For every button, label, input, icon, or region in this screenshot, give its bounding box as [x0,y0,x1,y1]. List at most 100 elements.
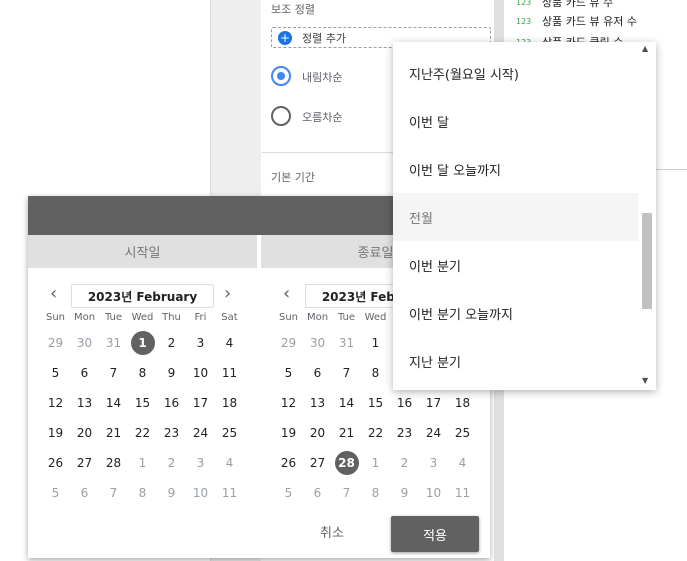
prev-month-icon[interactable]: ‹ [50,284,57,304]
day-cell[interactable]: 1 [128,328,157,358]
day-cell[interactable]: 13 [70,388,99,418]
day-cell[interactable]: 13 [303,388,332,418]
menu-item[interactable]: 이번 달 오늘까지 [393,145,638,193]
day-cell[interactable]: 3 [186,328,215,358]
day-cell[interactable]: 1 [128,448,157,478]
day-cell[interactable]: 10 [419,478,448,508]
menu-item[interactable]: 지난 분기 [393,337,638,385]
day-cell[interactable]: 21 [99,418,128,448]
day-cell[interactable]: 12 [274,388,303,418]
day-cell[interactable]: 11 [448,478,477,508]
day-cell[interactable]: 6 [70,478,99,508]
day-cell[interactable]: 6 [303,358,332,388]
day-cell[interactable]: 27 [70,448,99,478]
day-cell[interactable]: 14 [99,388,128,418]
metric-item[interactable]: 123 상품 카드 뷰 유저 수 [516,13,637,29]
scroll-up-icon[interactable]: ▲ [642,44,648,53]
menu-item[interactable]: 전월 [393,193,638,241]
day-cell[interactable]: 3 [419,448,448,478]
day-cell[interactable]: 4 [215,448,244,478]
prev-month-icon[interactable]: ‹ [283,284,290,304]
day-cell[interactable]: 28 [332,448,361,478]
next-month-icon[interactable]: › [224,284,231,304]
day-cell[interactable]: 9 [390,478,419,508]
start-month-select[interactable]: 2023년 February [71,284,214,308]
day-cell[interactable]: 2 [157,328,186,358]
day-cell[interactable]: 31 [332,328,361,358]
menu-item[interactable]: 이번 분기 오늘까지 [393,289,638,337]
day-cell[interactable]: 29 [41,328,70,358]
day-cell[interactable]: 17 [186,388,215,418]
day-cell[interactable]: 5 [41,358,70,388]
day-cell[interactable]: 27 [303,448,332,478]
day-cell[interactable]: 6 [303,478,332,508]
day-cell[interactable]: 22 [128,418,157,448]
ascending-radio[interactable] [271,106,291,126]
day-cell[interactable]: 8 [128,478,157,508]
day-cell[interactable]: 29 [274,328,303,358]
menu-item[interactable]: 지난주(월요일 시작) [393,49,638,97]
day-cell[interactable]: 16 [157,388,186,418]
day-cell[interactable]: 4 [215,328,244,358]
day-cell[interactable]: 10 [186,358,215,388]
day-cell[interactable]: 23 [390,418,419,448]
day-cell[interactable]: 7 [99,358,128,388]
day-cell[interactable]: 10 [186,478,215,508]
day-cell[interactable]: 24 [419,418,448,448]
day-cell[interactable]: 5 [274,478,303,508]
day-cell[interactable]: 23 [157,418,186,448]
day-cell[interactable]: 8 [128,358,157,388]
day-cell[interactable]: 25 [448,418,477,448]
day-cell[interactable]: 7 [332,358,361,388]
day-cell[interactable]: 5 [274,358,303,388]
day-cell[interactable]: 3 [186,448,215,478]
day-cell[interactable]: 22 [361,418,390,448]
day-cell[interactable]: 11 [215,358,244,388]
day-cell[interactable]: 20 [70,418,99,448]
cancel-button[interactable]: 취소 [300,516,364,546]
tab-start-date[interactable]: 시작일 [28,235,257,268]
apply-button[interactable]: 적용 [391,516,479,552]
day-cell[interactable]: 15 [361,388,390,418]
day-cell[interactable]: 9 [157,478,186,508]
day-cell[interactable]: 5 [41,478,70,508]
day-cell[interactable]: 2 [157,448,186,478]
day-cell[interactable]: 18 [448,388,477,418]
day-cell[interactable]: 21 [332,418,361,448]
day-cell[interactable]: 26 [41,448,70,478]
day-cell[interactable]: 30 [303,328,332,358]
day-cell[interactable]: 11 [215,478,244,508]
descending-radio[interactable] [271,66,291,86]
day-cell[interactable]: 4 [448,448,477,478]
day-cell[interactable]: 8 [361,358,390,388]
menu-item[interactable]: 이번 달 [393,97,638,145]
day-cell[interactable]: 6 [70,358,99,388]
day-cell[interactable]: 17 [419,388,448,418]
day-cell[interactable]: 19 [274,418,303,448]
day-cell[interactable]: 16 [390,388,419,418]
day-cell[interactable]: 30 [70,328,99,358]
day-cell[interactable]: 19 [41,418,70,448]
menu-item[interactable]: 이번 분기 [393,241,638,289]
day-cell[interactable]: 12 [41,388,70,418]
scroll-down-icon[interactable]: ▼ [642,376,648,385]
day-cell[interactable]: 31 [99,328,128,358]
day-cell[interactable]: 7 [99,478,128,508]
day-cell[interactable]: 1 [361,328,390,358]
day-cell[interactable]: 18 [215,388,244,418]
metric-item[interactable]: 123 상품 카드 뷰 수 [516,0,613,10]
day-cell[interactable]: 26 [274,448,303,478]
day-cell[interactable]: 14 [332,388,361,418]
day-cell[interactable]: 8 [361,478,390,508]
day-cell[interactable]: 9 [157,358,186,388]
day-cell[interactable]: 2 [390,448,419,478]
day-cell[interactable]: 15 [128,388,157,418]
scrollbar[interactable]: ▲ ▼ [638,42,656,390]
day-cell[interactable]: 1 [361,448,390,478]
day-cell[interactable]: 24 [186,418,215,448]
day-cell[interactable]: 7 [332,478,361,508]
day-cell[interactable]: 25 [215,418,244,448]
day-cell[interactable]: 20 [303,418,332,448]
scrollbar-thumb[interactable] [642,213,652,309]
day-cell[interactable]: 28 [99,448,128,478]
